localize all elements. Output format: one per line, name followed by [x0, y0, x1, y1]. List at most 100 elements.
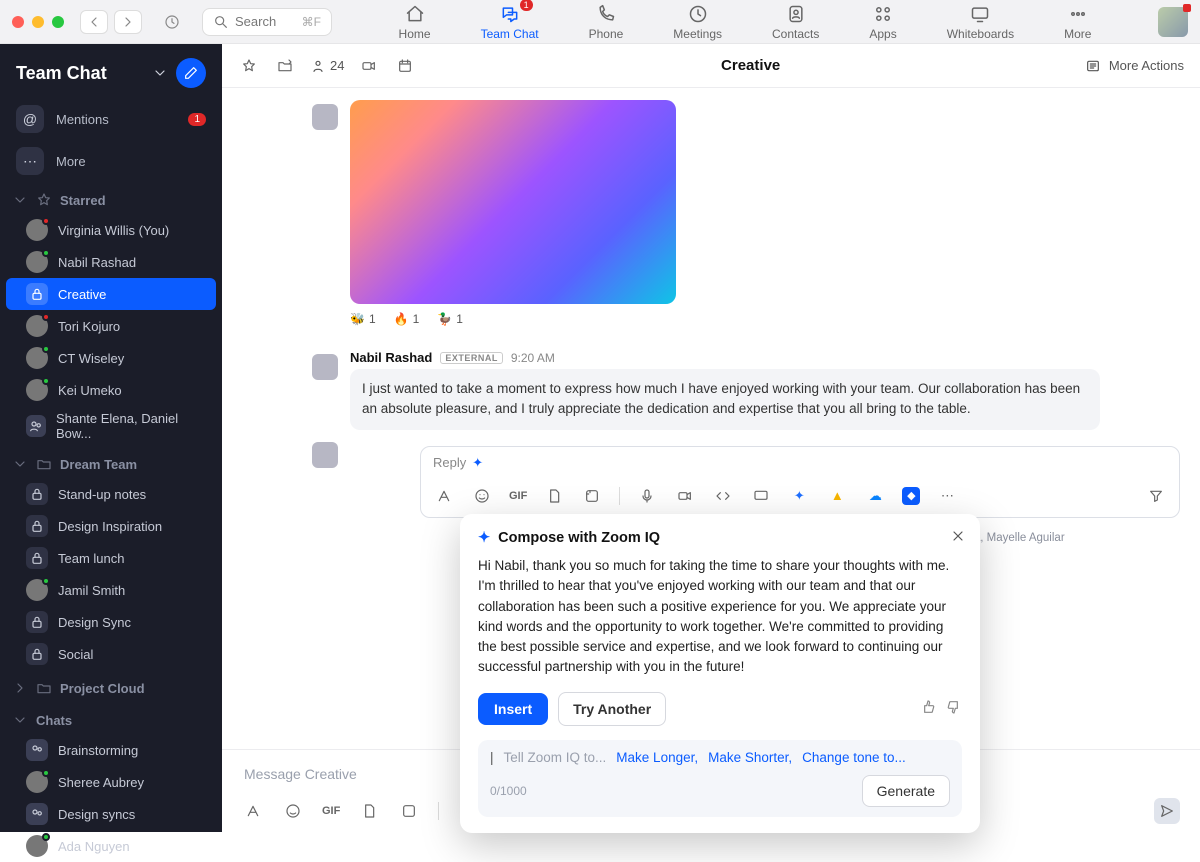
insert-button[interactable]: Insert: [478, 693, 548, 725]
dt-social[interactable]: Social: [6, 638, 216, 670]
close-window-icon[interactable]: [12, 16, 24, 28]
starred-group[interactable]: Shante Elena, Daniel Bow...: [6, 406, 216, 446]
nav-phone[interactable]: Phone: [589, 3, 624, 41]
reply-composer[interactable]: Reply ✦ GIF ✦: [420, 446, 1180, 518]
image-attachment[interactable]: [350, 100, 676, 304]
history-button[interactable]: [158, 10, 186, 34]
starred-virginia[interactable]: Virginia Willis (You): [6, 214, 216, 246]
nav-meetings[interactable]: Meetings: [673, 3, 722, 41]
message-time: 9:20 AM: [511, 351, 555, 365]
nav-home[interactable]: Home: [399, 3, 431, 41]
emoji-icon[interactable]: [282, 800, 304, 822]
reaction-fire[interactable]: 🔥 1: [394, 312, 420, 326]
chevron-down-icon[interactable]: [152, 65, 168, 81]
avatar[interactable]: [312, 104, 338, 130]
close-icon[interactable]: [950, 528, 966, 547]
section-dream-team[interactable]: Dream Team: [0, 446, 222, 478]
dt-team-lunch[interactable]: Team lunch: [6, 542, 216, 574]
more-icon[interactable]: ⋯: [936, 485, 958, 507]
dt-design-sync[interactable]: Design Sync: [6, 606, 216, 638]
ai-icon[interactable]: ✦: [788, 485, 810, 507]
search-shortcut: ⌘F: [302, 15, 321, 29]
video-icon[interactable]: [358, 55, 380, 77]
starred-nabil[interactable]: Nabil Rashad: [6, 246, 216, 278]
more-actions-button[interactable]: More Actions: [1085, 58, 1184, 74]
emoji-icon[interactable]: [471, 485, 493, 507]
box-icon[interactable]: ◆: [902, 487, 920, 505]
move-folder-icon[interactable]: [274, 55, 296, 77]
top-nav: Home 1Team Chat Phone Meetings Contacts …: [348, 3, 1142, 41]
back-button[interactable]: [80, 10, 108, 34]
search-input[interactable]: Search ⌘F: [202, 8, 332, 36]
sidebar-more[interactable]: ⋯ More: [0, 140, 222, 182]
format-icon[interactable]: [242, 800, 264, 822]
chat-ada[interactable]: Ada Nguyen: [6, 830, 216, 862]
message-author[interactable]: Nabil Rashad: [350, 350, 432, 365]
gif-button[interactable]: GIF: [322, 805, 340, 817]
starred-tori[interactable]: Tori Kojuro: [6, 310, 216, 342]
sidebar-mentions[interactable]: @ Mentions 1: [0, 98, 222, 140]
dt-design-insp[interactable]: Design Inspiration: [6, 510, 216, 542]
section-chats[interactable]: Chats: [0, 702, 222, 734]
minimize-window-icon[interactable]: [32, 16, 44, 28]
reaction-duck[interactable]: 🦆 1: [437, 312, 463, 326]
message-bubble[interactable]: I just wanted to take a moment to expres…: [350, 369, 1100, 430]
opt-change-tone[interactable]: Change tone to...: [802, 750, 906, 765]
profile-avatar[interactable]: [1158, 7, 1188, 37]
opt-make-shorter[interactable]: Make Shorter,: [708, 750, 792, 765]
sidebar: Team Chat @ Mentions 1 ⋯ More Starred Vi…: [0, 44, 222, 832]
thumbs-down-icon[interactable]: [946, 699, 962, 718]
avatar[interactable]: [312, 442, 338, 468]
nav-whiteboards[interactable]: Whiteboards: [947, 3, 1014, 41]
code-icon[interactable]: [712, 485, 734, 507]
gif-button[interactable]: GIF: [509, 490, 527, 502]
nav-more[interactable]: More: [1064, 3, 1091, 41]
members-button[interactable]: 24: [310, 58, 344, 74]
starred-creative[interactable]: Creative: [6, 278, 216, 310]
starred-kei[interactable]: Kei Umeko: [6, 374, 216, 406]
send-button[interactable]: [1154, 798, 1180, 824]
screen-icon[interactable]: [750, 485, 772, 507]
list-icon: [1085, 58, 1101, 74]
chat-brainstorming[interactable]: Brainstorming: [6, 734, 216, 766]
opt-make-longer[interactable]: Make Longer,: [616, 750, 698, 765]
sparkle-icon[interactable]: ✦: [472, 455, 483, 471]
record-icon[interactable]: [674, 485, 696, 507]
generate-button[interactable]: Generate: [862, 775, 950, 807]
file-icon[interactable]: [358, 800, 380, 822]
mic-icon[interactable]: [636, 485, 658, 507]
starred-ct[interactable]: CT Wiseley: [6, 342, 216, 374]
forward-button[interactable]: [114, 10, 142, 34]
onedrive-icon[interactable]: ☁: [864, 485, 886, 507]
google-drive-icon[interactable]: ▲: [826, 485, 848, 507]
search-icon: [213, 14, 229, 30]
section-starred[interactable]: Starred: [0, 182, 222, 214]
send-filter-icon[interactable]: [1145, 485, 1167, 507]
person-icon: [310, 58, 326, 74]
thumbs-up-icon[interactable]: [920, 699, 936, 718]
try-another-button[interactable]: Try Another: [558, 692, 666, 726]
search-placeholder: Search: [235, 14, 276, 29]
dt-jamil[interactable]: Jamil Smith: [6, 574, 216, 606]
screenshot-icon[interactable]: [581, 485, 603, 507]
calendar-icon[interactable]: [394, 55, 416, 77]
nav-contacts[interactable]: Contacts: [772, 3, 819, 41]
prompt-input[interactable]: |Tell Zoom IQ to... Make Longer, Make Sh…: [478, 740, 962, 817]
file-icon[interactable]: [543, 485, 565, 507]
reaction-bee[interactable]: 🐝 1: [350, 312, 376, 326]
format-icon[interactable]: [433, 485, 455, 507]
external-badge: EXTERNAL: [440, 352, 503, 364]
char-count: 0/1000: [490, 784, 527, 798]
maximize-window-icon[interactable]: [52, 16, 64, 28]
star-icon[interactable]: [238, 55, 260, 77]
section-project-cloud[interactable]: Project Cloud: [0, 670, 222, 702]
compose-button[interactable]: [176, 58, 206, 88]
nav-apps[interactable]: Apps: [869, 3, 896, 41]
dt-standup[interactable]: Stand-up notes: [6, 478, 216, 510]
nav-team-chat[interactable]: 1Team Chat: [481, 3, 539, 41]
chat-sheree[interactable]: Sheree Aubrey: [6, 766, 216, 798]
chat-design-syncs[interactable]: Design syncs: [6, 798, 216, 830]
screenshot-icon[interactable]: [398, 800, 420, 822]
zoom-iq-popup: ✦Compose with Zoom IQ Hi Nabil, thank yo…: [460, 514, 980, 833]
avatar[interactable]: [312, 354, 338, 380]
